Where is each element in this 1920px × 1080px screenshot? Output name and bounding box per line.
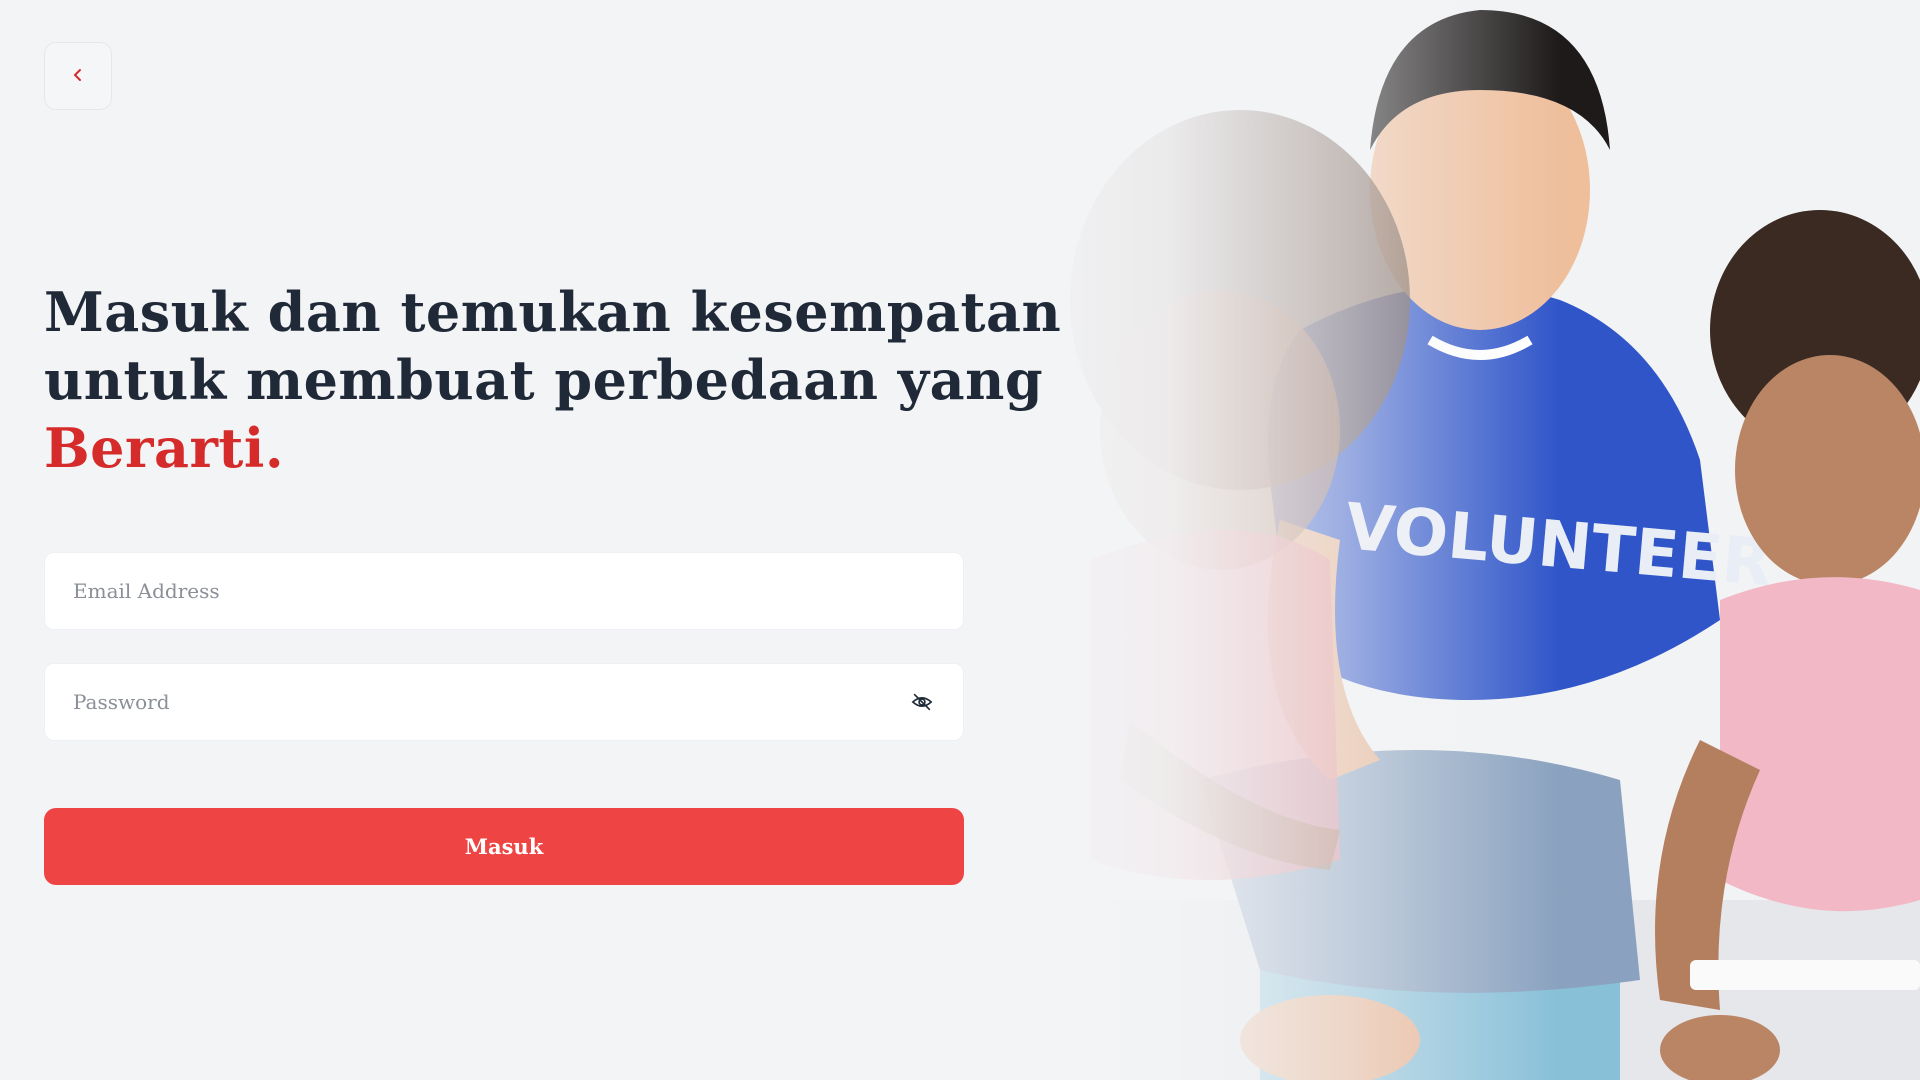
- email-field[interactable]: [73, 579, 935, 603]
- hero-fade-overlay: [1000, 0, 1560, 1080]
- back-button[interactable]: [44, 42, 112, 110]
- password-field-container: [44, 663, 964, 741]
- chevron-left-icon: [71, 68, 85, 85]
- email-field-container: [44, 552, 964, 630]
- hero-image: VOLUNTEER: [1000, 0, 1920, 1080]
- headline-accent: Berarti.: [44, 416, 285, 480]
- login-page: VOLUNTEER: [0, 0, 1920, 1080]
- eye-off-icon[interactable]: [909, 689, 935, 715]
- headline-line-1: Masuk dan temukan kesempatan: [44, 280, 1062, 344]
- login-submit-button[interactable]: Masuk: [44, 808, 964, 885]
- page-headline: Masuk dan temukan kesempatan untuk membu…: [44, 278, 1062, 482]
- password-field[interactable]: [73, 690, 909, 714]
- headline-line-2: untuk membuat perbedaan yang: [44, 348, 1044, 412]
